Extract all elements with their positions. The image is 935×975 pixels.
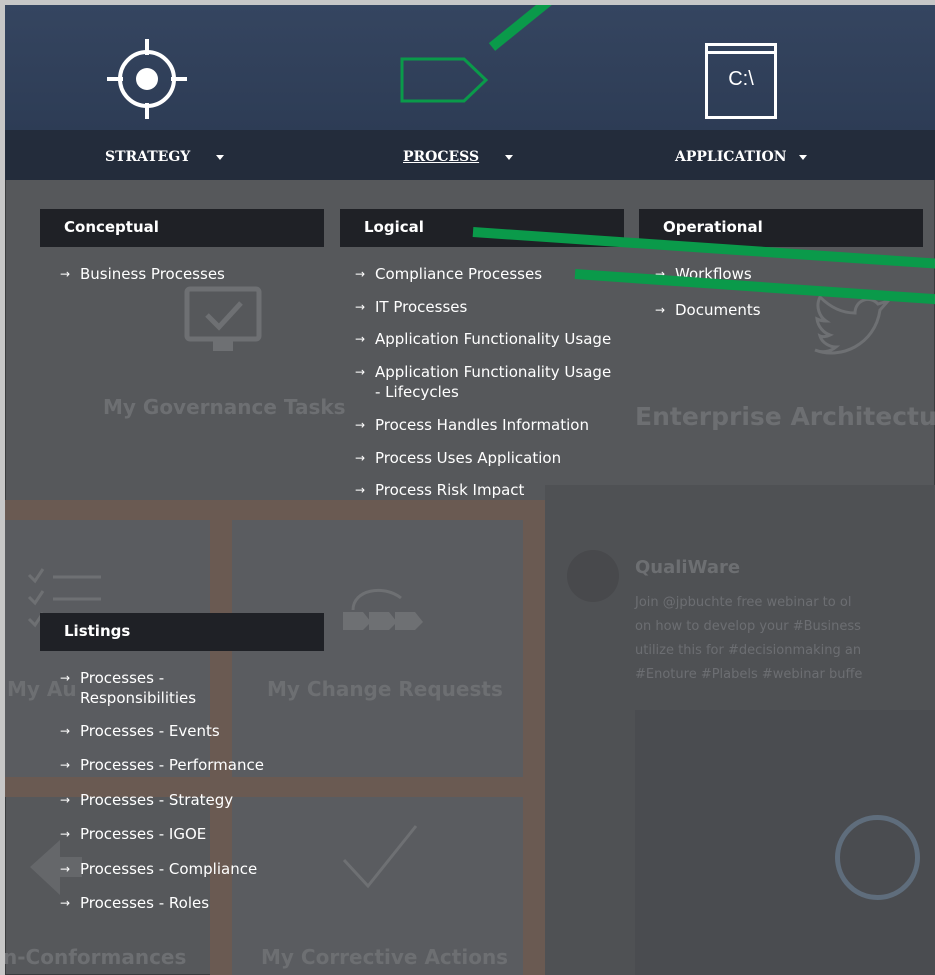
menu-item[interactable]: Application Functionality Usage xyxy=(355,329,620,349)
nav-application[interactable]: APPLICATION xyxy=(675,145,807,169)
tweet-avatar xyxy=(567,550,619,602)
menu-item[interactable]: Documents xyxy=(655,300,915,320)
menu-item[interactable]: Processes - Performance xyxy=(60,755,320,775)
menu-item[interactable]: Processes - IGOE xyxy=(60,824,320,844)
nav-strategy-label: STRATEGY xyxy=(105,149,191,165)
screenshot-frame: My Governance Tasks Enterprise Architect… xyxy=(5,5,935,975)
target-icon[interactable] xyxy=(103,35,191,123)
menu-item[interactable]: IT Processes xyxy=(355,297,620,317)
tweet-line: on how to develop your #Business xyxy=(635,619,861,634)
tweet-line: utilize this for #decisionmaking an xyxy=(635,643,862,658)
menu-item[interactable]: Business Processes xyxy=(60,264,320,284)
chevron-down-icon xyxy=(216,154,225,160)
chevron-down-icon xyxy=(505,154,514,160)
menu-item[interactable]: Processes - Roles xyxy=(60,893,320,913)
menu-list-conceptual: Business Processes xyxy=(60,264,320,300)
play-button-icon xyxy=(835,815,920,900)
menu-item[interactable]: Processes - Strategy xyxy=(60,790,320,810)
tile-governance-label: My Governance Tasks xyxy=(103,395,346,419)
menu-item[interactable]: Processes - Compliance xyxy=(60,859,320,879)
nav-strategy[interactable]: STRATEGY xyxy=(105,145,225,169)
process-tag-icon[interactable] xyxy=(400,55,490,105)
tweet-line: #Enoture #Plabels #webinar buffe xyxy=(635,667,863,682)
tile-non-conformances-label: n-Conformances xyxy=(5,945,187,969)
tweet-author: QualiWare xyxy=(635,557,741,578)
nav-process[interactable]: PROCESS xyxy=(403,145,514,169)
menu-item[interactable]: Process Handles Information xyxy=(355,415,620,435)
menu-heading-conceptual: Conceptual xyxy=(40,209,324,247)
menu-item[interactable]: Application Functionality Usage - Lifecy… xyxy=(355,362,620,402)
nav-process-label: PROCESS xyxy=(403,149,480,165)
tile-corrective-actions-label: My Corrective Actions xyxy=(261,945,509,969)
nav-application-label: APPLICATION xyxy=(675,149,787,165)
change-arrow-icon xyxy=(343,588,423,630)
tile-enterprise-label: Enterprise Architectu xyxy=(635,402,935,431)
menu-list-logical: Compliance Processes IT Processes Applic… xyxy=(355,264,620,513)
menu-item[interactable]: Process Risk Impact xyxy=(355,480,620,500)
menu-item[interactable]: Processes - Responsibilities xyxy=(60,668,210,708)
menu-item[interactable]: Process Uses Application xyxy=(355,448,620,468)
corrective-check-icon xyxy=(342,825,418,889)
chevron-down-icon xyxy=(798,154,807,160)
tweet-line: Join @jpbuchte free webinar to ol xyxy=(635,595,852,610)
application-icon-text: C:\ xyxy=(728,68,754,90)
menu-item[interactable]: Processes - Events xyxy=(60,721,320,741)
application-window-icon[interactable]: C:\ xyxy=(705,43,777,119)
menu-list-listings: Processes - Responsibilities Processes -… xyxy=(60,668,320,929)
menu-heading-listings: Listings xyxy=(40,613,324,651)
